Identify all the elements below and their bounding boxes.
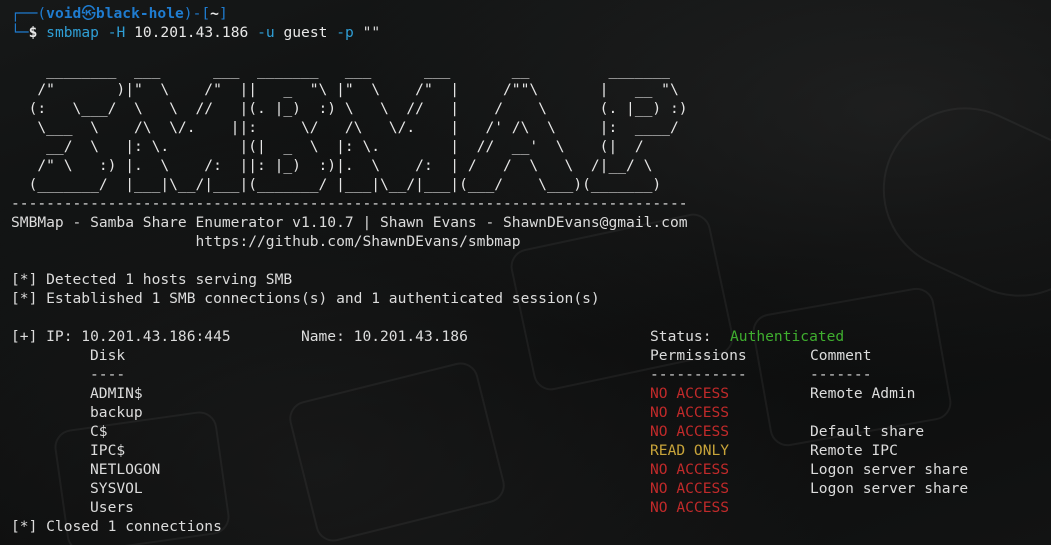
- banner-line-4: \___ \ /\ \/. ||: \/ /\ \/. | /' /\ \ |:…: [11, 119, 679, 136]
- banner-line-6: /" \ :) |. \ /: ||: |_) :)|. \ /: | / / …: [11, 157, 653, 174]
- banner-line-5: __/ \ |: \. |(| _ \ |: \. | // __' \ (| …: [11, 138, 644, 155]
- separator-line: ----------------------------------------…: [11, 195, 688, 212]
- about-line: SMBMap - Samba Share Enumerator v1.10.7 …: [11, 214, 688, 231]
- skull-icon: ㉿: [81, 5, 96, 22]
- status-label: Status:: [650, 328, 721, 345]
- terminal-window[interactable]: ┌──(void㉿black-hole)-[~] └─$ smbmap -H 1…: [0, 0, 1051, 545]
- column-disk: Disk: [90, 347, 126, 364]
- about-url: https://github.com/ShawnDEvans/smbmap: [11, 233, 521, 250]
- prompt-directory: ~: [210, 5, 219, 22]
- share-name: ADMIN$: [90, 385, 143, 402]
- prompt-header: ┌──(void㉿black-hole)-[~]: [11, 4, 228, 23]
- share-name: SYSVOL: [90, 480, 143, 497]
- prompt-frame-end: ]: [218, 5, 228, 22]
- share-comment: Logon server share: [810, 461, 969, 478]
- column-permissions: Permissions: [650, 347, 747, 364]
- banner-line-7: (_______/ |___|\__/|___|(_______/ |___|\…: [11, 176, 662, 193]
- banner-line-1: ________ ___ ___ _______ ___ ___ __ ____…: [11, 62, 670, 79]
- closed-message: [*] Closed 1 connections: [11, 518, 222, 535]
- prompt-frame-top: ┌──(: [11, 5, 47, 22]
- prompt-dollar: $: [28, 24, 38, 41]
- column-disk-rule: ----: [90, 366, 126, 383]
- banner-line-3: (: \___/ \ \ // |(. |_) :) \ \ // | / \ …: [11, 100, 688, 117]
- share-name: Users: [90, 499, 134, 516]
- command-password-value: "": [362, 24, 381, 41]
- command-flag-host: -H: [107, 24, 126, 41]
- established-message: [*] Established 1 SMB connections(s) and…: [11, 290, 600, 307]
- share-comment: Remote IPC: [810, 442, 898, 459]
- command-user-value: guest: [283, 24, 328, 41]
- detected-message: [*] Detected 1 hosts serving SMB: [11, 271, 293, 288]
- share-comment: Default share: [810, 423, 925, 440]
- share-permission: NO ACCESS: [650, 423, 730, 440]
- share-permission: NO ACCESS: [650, 499, 730, 516]
- column-comment-rule: -------: [810, 366, 872, 383]
- command-line[interactable]: └─$ smbmap -H 10.201.43.186 -u guest -p …: [11, 23, 380, 42]
- command-program: smbmap: [46, 24, 99, 41]
- share-permission: NO ACCESS: [650, 404, 730, 421]
- banner-line-2: /" )|" \ /" || _ "\ |" \ /" | /""\ | __ …: [11, 81, 679, 98]
- background-decoration: [855, 80, 1051, 324]
- prompt-frame-mid: )-[: [183, 5, 211, 22]
- column-comment: Comment: [810, 347, 872, 364]
- column-permissions-rule: -----------: [650, 366, 747, 383]
- share-permission: READ ONLY: [650, 442, 730, 459]
- share-comment: Remote Admin: [810, 385, 916, 402]
- share-permission: NO ACCESS: [650, 385, 730, 402]
- share-permission: NO ACCESS: [650, 480, 730, 497]
- status-value: Authenticated: [730, 328, 845, 345]
- command-flag-user: -u: [257, 24, 275, 41]
- command-flag-password: -p: [336, 24, 354, 41]
- share-name: NETLOGON: [90, 461, 161, 478]
- prompt-host: black-hole: [95, 5, 184, 22]
- background-decoration: [285, 358, 509, 545]
- share-name: backup: [90, 404, 143, 421]
- share-name: IPC$: [90, 442, 126, 459]
- share-permission: NO ACCESS: [650, 461, 730, 478]
- share-comment: Logon server share: [810, 480, 969, 497]
- command-host-value: 10.201.43.186: [134, 24, 249, 41]
- prompt-frame-bottom: └─: [11, 24, 29, 41]
- share-name: C$: [90, 423, 108, 440]
- prompt-user: void: [46, 5, 82, 22]
- ip-line: [+] IP: 10.201.43.186:445 Name: 10.201.4…: [11, 328, 468, 345]
